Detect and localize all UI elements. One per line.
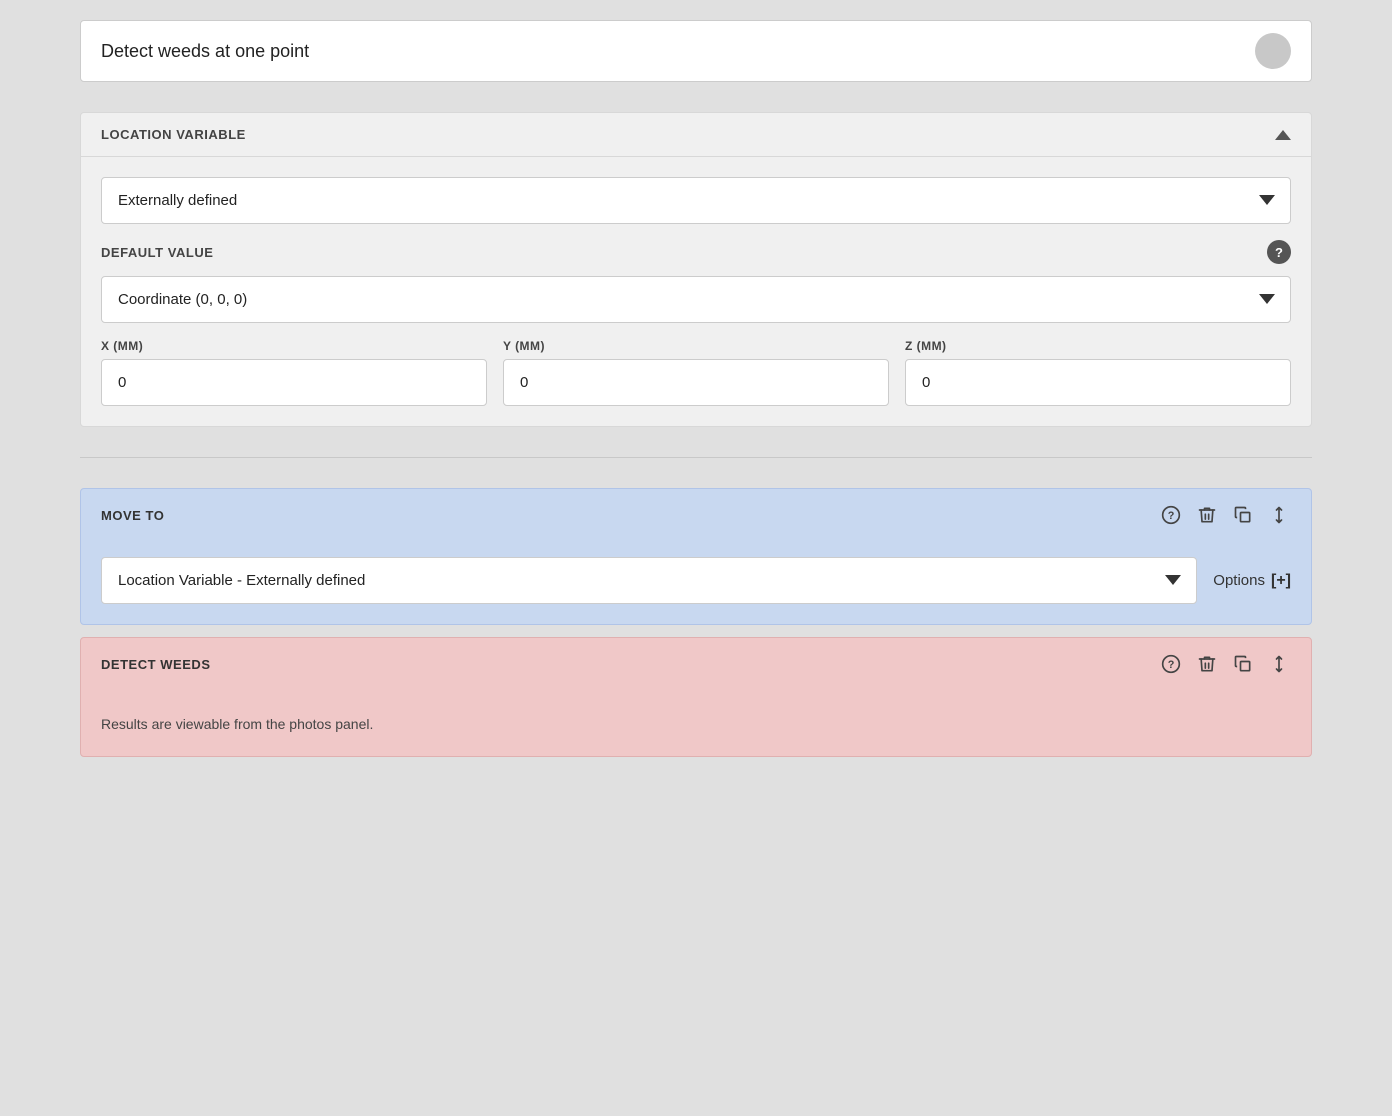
- copy-icon: [1233, 505, 1253, 525]
- svg-text:?: ?: [1168, 510, 1175, 522]
- reorder-icon-2: [1269, 654, 1289, 674]
- default-value-row: DEFAULT VALUE ?: [101, 240, 1291, 264]
- result-text: Results are viewable from the photos pan…: [101, 706, 1291, 736]
- move-to-body: Location Variable - Externally defined O…: [81, 541, 1311, 624]
- svg-text:?: ?: [1168, 659, 1175, 671]
- move-to-header: MOVE TO ?: [81, 489, 1311, 541]
- move-to-reorder-button[interactable]: [1267, 503, 1291, 527]
- close-button[interactable]: [1255, 33, 1291, 69]
- detect-weeds-copy-button[interactable]: [1231, 652, 1255, 676]
- move-to-block: MOVE TO ?: [80, 488, 1312, 625]
- z-label: Z (MM): [905, 339, 1291, 353]
- divider: [80, 457, 1312, 458]
- z-input[interactable]: [905, 359, 1291, 406]
- move-to-copy-button[interactable]: [1231, 503, 1255, 527]
- collapse-icon[interactable]: [1275, 130, 1291, 140]
- location-type-select-wrapper: Externally defined: [101, 177, 1291, 224]
- expand-icon: [+]: [1271, 572, 1291, 590]
- detect-weeds-body: Results are viewable from the photos pan…: [81, 690, 1311, 756]
- coordinate-select[interactable]: Coordinate (0, 0, 0): [101, 276, 1291, 323]
- detect-weeds-block: DETECT WEEDS ?: [80, 637, 1312, 757]
- panel-body: Externally defined DEFAULT VALUE ? Coord…: [81, 157, 1311, 426]
- options-button[interactable]: Options [+]: [1213, 572, 1291, 590]
- location-type-select[interactable]: Externally defined: [101, 177, 1291, 224]
- page-title: Detect weeds at one point: [101, 41, 309, 62]
- help-icon: ?: [1161, 505, 1181, 525]
- help-icon-2: ?: [1161, 654, 1181, 674]
- move-to-select-wrapper: Location Variable - Externally defined: [101, 557, 1197, 604]
- copy-icon-2: [1233, 654, 1253, 674]
- coord-labels: X (MM) Y (MM) Z (MM): [101, 339, 1291, 353]
- title-bar: Detect weeds at one point: [80, 20, 1312, 82]
- coord-inputs: [101, 359, 1291, 406]
- detect-weeds-header: DETECT WEEDS ?: [81, 638, 1311, 690]
- coordinate-select-wrapper: Coordinate (0, 0, 0): [101, 276, 1291, 323]
- detect-weeds-help-button[interactable]: ?: [1159, 652, 1183, 676]
- panel-header-title: LOCATION VARIABLE: [101, 127, 246, 142]
- reorder-icon: [1269, 505, 1289, 525]
- panel-header: LOCATION VARIABLE: [81, 113, 1311, 157]
- x-input[interactable]: [101, 359, 487, 406]
- move-to-select[interactable]: Location Variable - Externally defined: [101, 557, 1197, 604]
- trash-icon: [1197, 505, 1217, 525]
- y-label: Y (MM): [503, 339, 889, 353]
- move-to-delete-button[interactable]: [1195, 503, 1219, 527]
- trash-icon-2: [1197, 654, 1217, 674]
- detect-weeds-icons: ?: [1159, 652, 1291, 676]
- default-value-help-icon[interactable]: ?: [1267, 240, 1291, 264]
- default-value-label: DEFAULT VALUE: [101, 245, 213, 260]
- options-label: Options: [1213, 572, 1265, 589]
- x-label: X (MM): [101, 339, 487, 353]
- move-to-icons: ?: [1159, 503, 1291, 527]
- y-input[interactable]: [503, 359, 889, 406]
- location-variable-panel: LOCATION VARIABLE Externally defined DEF…: [80, 112, 1312, 427]
- move-to-help-button[interactable]: ?: [1159, 503, 1183, 527]
- detect-weeds-title: DETECT WEEDS: [101, 657, 211, 672]
- detect-weeds-reorder-button[interactable]: [1267, 652, 1291, 676]
- move-to-title: MOVE TO: [101, 508, 164, 523]
- detect-weeds-delete-button[interactable]: [1195, 652, 1219, 676]
- action-select-row: Location Variable - Externally defined O…: [101, 557, 1291, 604]
